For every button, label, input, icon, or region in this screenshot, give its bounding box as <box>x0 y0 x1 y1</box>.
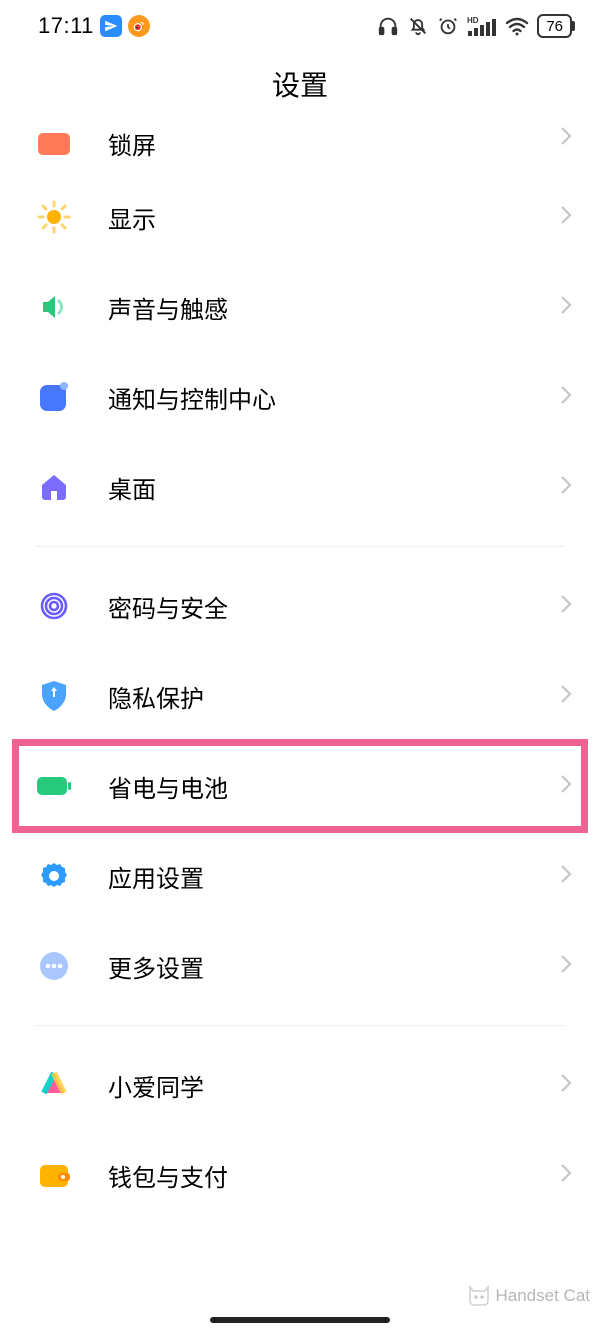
battery-level: 76 <box>546 18 563 35</box>
battery-icon <box>36 768 72 804</box>
chevron-right-icon <box>560 126 572 151</box>
settings-list: 锁屏 显示 声音与触感 通知与 <box>0 126 600 1220</box>
item-label: 隐私保护 <box>108 679 560 714</box>
paper-plane-icon <box>100 15 122 37</box>
xiaoai-icon <box>36 1067 72 1103</box>
page-title: 设置 <box>0 50 600 126</box>
item-label: 省电与电池 <box>108 769 560 804</box>
status-right: HD 76 <box>377 14 572 38</box>
home-icon <box>36 469 72 505</box>
item-label: 通知与控制中心 <box>108 380 560 415</box>
settings-item-more[interactable]: 更多设置 <box>0 921 600 1011</box>
signal-hd-icon: HD <box>467 15 497 37</box>
battery-icon: 76 <box>537 14 572 38</box>
sun-icon <box>36 199 72 235</box>
settings-item-notifications[interactable]: 通知与控制中心 <box>0 352 600 442</box>
item-label: 应用设置 <box>108 859 560 894</box>
item-label: 桌面 <box>108 470 560 505</box>
status-bar: 17:11 HD <box>0 0 600 50</box>
headphones-icon <box>377 15 399 37</box>
item-label: 钱包与支付 <box>108 1158 560 1193</box>
item-label: 密码与安全 <box>108 589 560 624</box>
shield-icon <box>36 678 72 714</box>
chevron-right-icon <box>560 295 572 320</box>
wallet-icon <box>36 1157 72 1193</box>
settings-item-battery[interactable]: 省电与电池 <box>0 741 600 831</box>
settings-item-sound[interactable]: 声音与触感 <box>0 262 600 352</box>
alarm-icon <box>437 15 459 37</box>
status-left: 17:11 <box>38 13 150 39</box>
item-label: 小爱同学 <box>108 1068 560 1103</box>
settings-item-display[interactable]: 显示 <box>0 172 600 262</box>
divider <box>36 546 564 547</box>
watermark: Handset Cat <box>466 1285 591 1307</box>
wifi-icon <box>505 15 529 37</box>
divider <box>36 1025 564 1026</box>
gear-icon <box>36 858 72 894</box>
chevron-right-icon <box>560 385 572 410</box>
settings-item-home[interactable]: 桌面 <box>0 442 600 532</box>
item-label: 声音与触感 <box>108 290 560 325</box>
status-time: 17:11 <box>38 13 94 39</box>
chevron-right-icon <box>560 684 572 709</box>
chevron-right-icon <box>560 594 572 619</box>
item-label: 显示 <box>108 200 560 235</box>
home-indicator[interactable] <box>210 1317 390 1323</box>
item-label: 更多设置 <box>108 949 560 984</box>
bell-mute-icon <box>407 15 429 37</box>
settings-item-lockscreen[interactable]: 锁屏 <box>0 126 600 172</box>
weibo-icon <box>128 15 150 37</box>
chevron-right-icon <box>560 475 572 500</box>
chevron-right-icon <box>560 864 572 889</box>
watermark-text: Handset Cat <box>496 1286 591 1306</box>
item-label: 锁屏 <box>108 126 560 161</box>
chevron-right-icon <box>560 954 572 979</box>
settings-item-wallet[interactable]: 钱包与支付 <box>0 1130 600 1220</box>
chevron-right-icon <box>560 774 572 799</box>
lockscreen-icon <box>36 126 72 162</box>
chevron-right-icon <box>560 205 572 230</box>
settings-item-privacy[interactable]: 隐私保护 <box>0 651 600 741</box>
svg-text:HD: HD <box>467 16 479 25</box>
fingerprint-icon <box>36 588 72 624</box>
settings-item-security[interactable]: 密码与安全 <box>0 561 600 651</box>
chevron-right-icon <box>560 1073 572 1098</box>
chevron-right-icon <box>560 1163 572 1188</box>
more-icon <box>36 948 72 984</box>
control-center-icon <box>36 379 72 415</box>
settings-item-xiaoai[interactable]: 小爱同学 <box>0 1040 600 1130</box>
speaker-icon <box>36 289 72 325</box>
settings-item-apps[interactable]: 应用设置 <box>0 831 600 921</box>
